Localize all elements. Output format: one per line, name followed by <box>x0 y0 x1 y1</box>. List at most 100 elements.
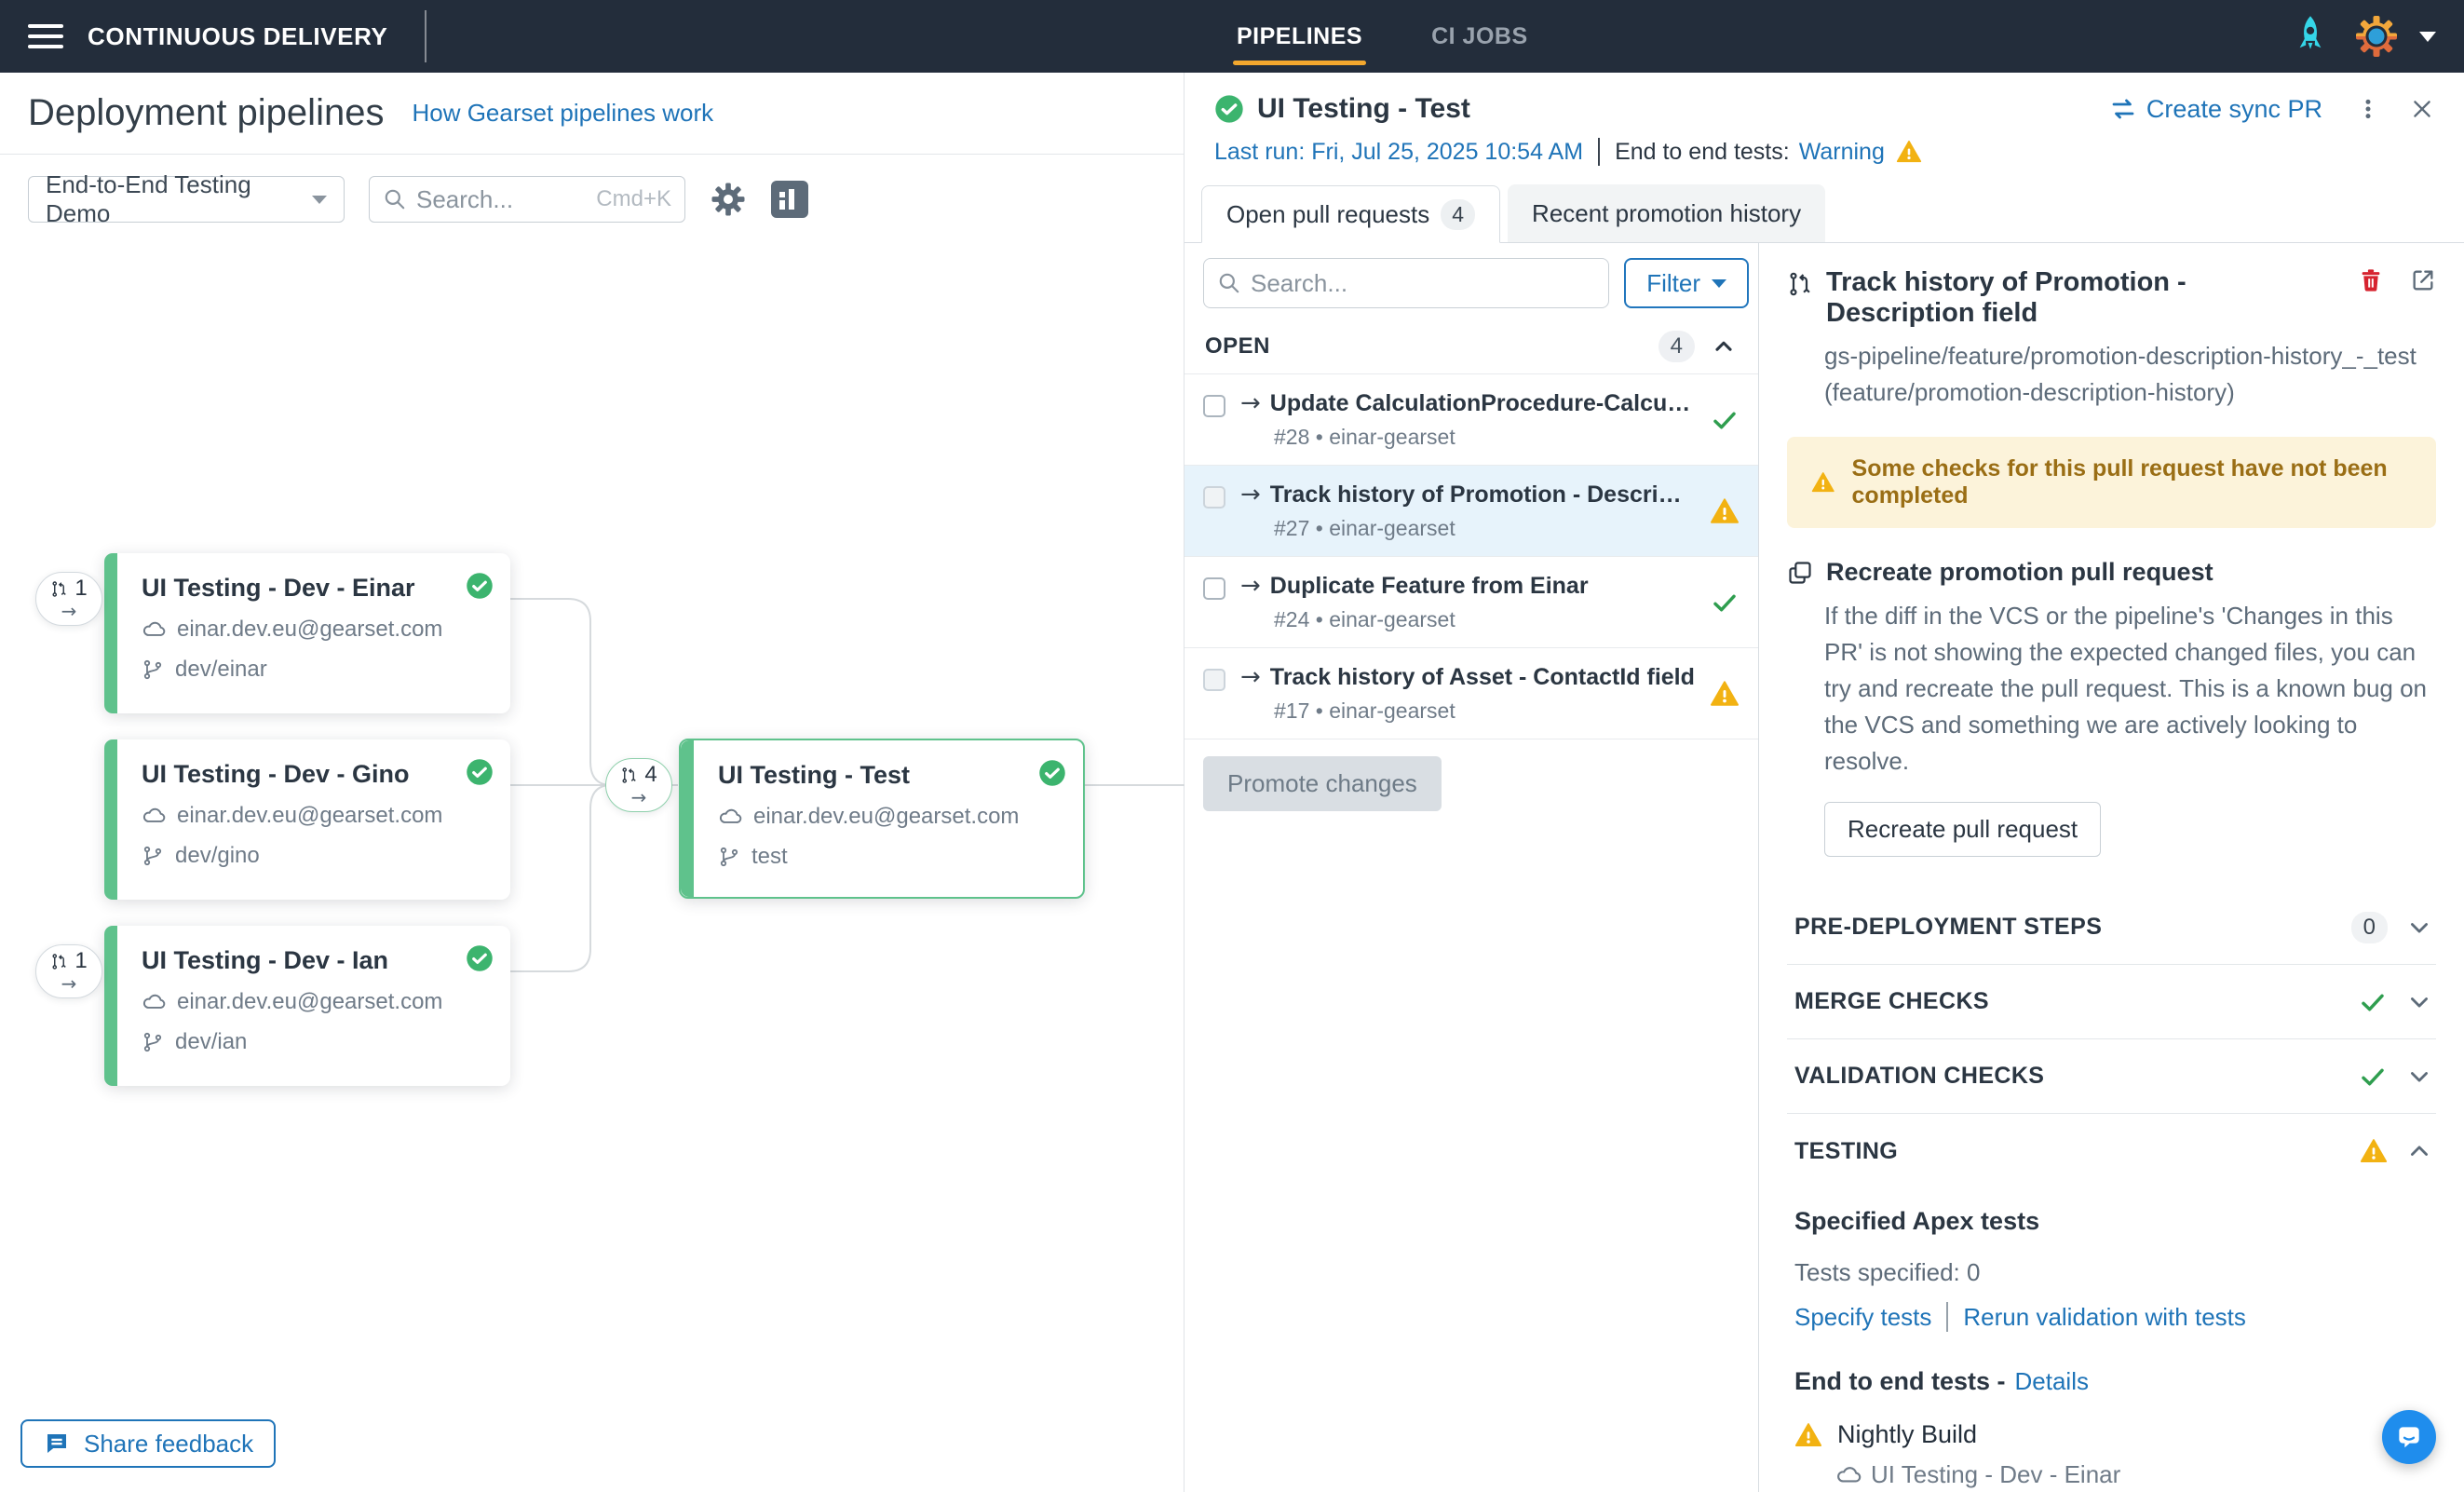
tab-recent-promotion-history[interactable]: Recent promotion history <box>1508 184 1825 242</box>
promote-arrow-icon: → <box>1240 389 1261 417</box>
chat-widget-button[interactable] <box>2382 1410 2436 1464</box>
page-title: Deployment pipelines <box>28 92 384 134</box>
filter-button[interactable]: Filter <box>1624 258 1749 308</box>
chevron-down-icon[interactable] <box>2406 989 2432 1015</box>
node-branch-row: dev/gino <box>142 843 488 869</box>
pipeline-node-dev-gino[interactable]: UI Testing - Dev - Gino einar.dev.eu@gea… <box>104 739 510 900</box>
branch-icon <box>142 845 164 867</box>
branch-icon <box>718 846 740 868</box>
success-check-circle-icon <box>466 758 494 786</box>
pipeline-canvas-pane: Deployment pipelines How Gearset pipelin… <box>0 73 1185 1492</box>
canvas-search[interactable]: Cmd+K <box>369 176 685 223</box>
pre-deployment-count-badge: 0 <box>2351 912 2388 943</box>
pipeline-analytics-icon[interactable] <box>771 181 808 218</box>
recreate-pull-request-button[interactable]: Recreate pull request <box>1824 802 2101 857</box>
chevron-down-icon[interactable] <box>2406 1064 2432 1090</box>
cloud-icon <box>142 804 166 828</box>
create-sync-pr-button[interactable]: Create sync PR <box>2109 95 2322 124</box>
pr-search[interactable] <box>1203 258 1609 308</box>
cloud-icon <box>718 805 742 829</box>
e2e-run-nightly-build: Nightly Build UI Testing - Dev - Einar E… <box>1794 1420 2436 1492</box>
promote-arrow: → <box>631 788 647 807</box>
warning-triangle-icon <box>1811 468 1835 496</box>
chevron-up-icon[interactable] <box>2406 1138 2432 1164</box>
hamburger-menu-icon[interactable] <box>28 18 63 55</box>
pr-checkbox[interactable] <box>1203 669 1225 691</box>
chat-bubble-icon <box>2394 1422 2424 1452</box>
pr-checkbox[interactable] <box>1203 486 1225 509</box>
node-org-row: einar.dev.eu@gearset.com <box>718 804 1061 830</box>
rocket-icon[interactable] <box>2293 15 2328 58</box>
apex-tests-title: Specified Apex tests <box>1794 1207 2436 1236</box>
success-check-circle-icon <box>466 944 494 972</box>
pipeline-select[interactable]: End-to-End Testing Demo <box>28 176 345 223</box>
warning-triangle-icon <box>1896 139 1922 165</box>
pr-count-badge-ian[interactable]: 1 → <box>35 944 102 998</box>
pr-list-item[interactable]: → Update CalculationProcedure-Calculatio… <box>1185 374 1758 466</box>
chevron-down-icon[interactable] <box>2406 915 2432 941</box>
pr-branch-info: gs-pipeline/feature/promotion-descriptio… <box>1824 338 2436 411</box>
pr-count-badge-einar[interactable]: 1 → <box>35 572 102 626</box>
pr-list-item-selected[interactable]: → Track history of Promotion - Descripti… <box>1185 466 1758 557</box>
pr-count-badge-test[interactable]: 4 → <box>605 758 672 812</box>
pipeline-settings-gear-icon[interactable] <box>710 181 747 218</box>
node-branch-row: dev/ian <box>142 1029 488 1055</box>
cloud-icon <box>1835 1462 1862 1488</box>
search-input[interactable] <box>416 185 587 214</box>
pr-list-item[interactable]: → Track history of Asset - ContactId fie… <box>1185 648 1758 739</box>
node-branch-row: test <box>718 844 1061 870</box>
sync-arrows-icon <box>2109 95 2137 123</box>
kebab-menu-icon[interactable] <box>2356 97 2380 121</box>
success-check-icon <box>2358 1062 2388 1092</box>
gearset-account-avatar[interactable] <box>2354 14 2399 59</box>
how-pipelines-work-link[interactable]: How Gearset pipelines work <box>412 99 713 128</box>
chevron-up-icon[interactable] <box>1712 334 1736 359</box>
nav-tab-ci-jobs[interactable]: CI JOBS <box>1429 18 1530 56</box>
section-validation-checks[interactable]: VALIDATION CHECKS <box>1787 1039 2436 1114</box>
pr-list-item[interactable]: → Duplicate Feature from Einar #24 • ein… <box>1185 557 1758 648</box>
open-pr-count-badge: 4 <box>1441 199 1475 230</box>
e2e-details-link[interactable]: Details <box>2015 1367 2089 1396</box>
warning-triangle-icon <box>1710 496 1740 526</box>
delete-pr-icon[interactable] <box>2358 267 2384 293</box>
pipeline-node-dev-einar[interactable]: UI Testing - Dev - Einar einar.dev.eu@ge… <box>104 553 510 713</box>
pipeline-canvas: UI Testing - Dev - Einar einar.dev.eu@ge… <box>0 244 1184 1492</box>
section-pre-deployment-steps[interactable]: PRE-DEPLOYMENT STEPS 0 <box>1787 890 2436 965</box>
pr-checkbox[interactable] <box>1203 577 1225 600</box>
copy-icon <box>1787 560 1813 586</box>
navbar-divider <box>425 10 426 62</box>
promote-arrow: → <box>61 602 77 620</box>
open-count-badge: 4 <box>1658 331 1695 362</box>
close-panel-icon[interactable] <box>2410 97 2434 121</box>
select-caret-icon <box>312 196 327 204</box>
search-shortcut: Cmd+K <box>596 186 671 212</box>
rerun-validation-link[interactable]: Rerun validation with tests <box>1963 1303 2245 1332</box>
promote-arrow-icon: → <box>1240 663 1261 691</box>
nav-tab-pipelines[interactable]: PIPELINES <box>1235 18 1364 56</box>
last-run-link[interactable]: Last run: Fri, Jul 25, 2025 10:54 AM <box>1214 139 1583 166</box>
e2e-status-link[interactable]: Warning <box>1799 139 1885 166</box>
branch-icon <box>142 1031 164 1053</box>
specify-tests-link[interactable]: Specify tests <box>1794 1303 1931 1332</box>
promote-arrow: → <box>61 974 77 993</box>
account-dropdown-caret[interactable] <box>2419 32 2436 42</box>
pipeline-detail-panel: UI Testing - Test Create sync PR Last ru… <box>1185 73 2464 1492</box>
open-group-header[interactable]: OPEN 4 <box>1185 321 1758 374</box>
node-org-row: einar.dev.eu@gearset.com <box>142 803 488 829</box>
warning-triangle-icon <box>2360 1137 2388 1165</box>
share-feedback-button[interactable]: Share feedback <box>20 1419 276 1468</box>
pipeline-node-test[interactable]: UI Testing - Test einar.dev.eu@gearset.c… <box>679 739 1085 899</box>
search-icon <box>383 187 407 211</box>
tab-open-pull-requests[interactable]: Open pull requests 4 <box>1201 185 1500 243</box>
pr-search-input[interactable] <box>1251 269 1595 298</box>
open-external-link-icon[interactable] <box>2410 267 2436 293</box>
section-testing[interactable]: TESTING <box>1787 1114 2436 1188</box>
pipeline-node-dev-ian[interactable]: UI Testing - Dev - Ian einar.dev.eu@gear… <box>104 926 510 1086</box>
separator <box>1598 138 1600 166</box>
section-merge-checks[interactable]: MERGE CHECKS <box>1787 965 2436 1039</box>
warning-triangle-icon <box>1710 679 1740 709</box>
success-check-circle-icon <box>1038 759 1066 787</box>
pr-checkbox[interactable] <box>1203 395 1225 417</box>
promote-changes-button[interactable]: Promote changes <box>1203 756 1442 811</box>
pull-request-icon <box>1787 271 1813 297</box>
